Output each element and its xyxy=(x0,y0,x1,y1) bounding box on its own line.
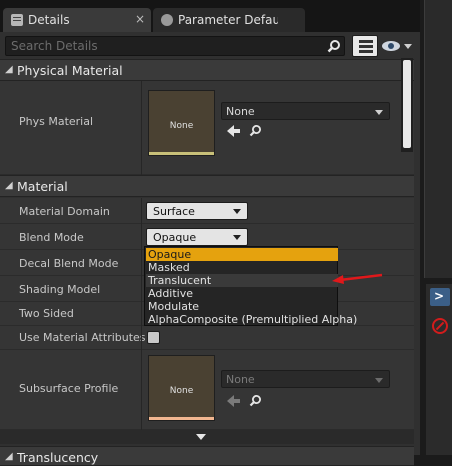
tab-details[interactable]: Details × xyxy=(3,8,151,32)
tab-details-icon xyxy=(11,14,23,26)
console-icon[interactable]: > xyxy=(430,288,450,306)
dropdown-option-masked[interactable]: Masked xyxy=(146,261,338,274)
use-selected-arrow-icon[interactable] xyxy=(227,125,241,137)
search-input[interactable]: Search Details xyxy=(5,36,345,56)
row-phys-material: Phys Material None None xyxy=(0,81,414,175)
browse-icon[interactable] xyxy=(249,394,262,407)
use-selected-arrow-icon[interactable] xyxy=(227,395,241,407)
subsurface-profile-thumbnail[interactable]: None xyxy=(148,355,215,421)
section-title: Material xyxy=(17,179,68,194)
dropdown-option-alphacomposite[interactable]: AlphaComposite (Premultiplied Alpha) xyxy=(146,313,357,326)
row-label: Phys Material xyxy=(19,115,94,128)
browse-icon[interactable] xyxy=(249,124,262,137)
phys-material-thumbnail[interactable]: None xyxy=(148,90,215,156)
view-options-button[interactable] xyxy=(381,38,413,54)
tab-details-close-icon[interactable]: × xyxy=(135,12,145,26)
expand-down-icon xyxy=(196,434,206,440)
phys-material-combo[interactable]: None xyxy=(221,102,390,120)
section-title: Physical Material xyxy=(17,63,123,78)
expand-arrow-icon: ◢ xyxy=(5,451,13,462)
expand-arrow-icon: ◢ xyxy=(5,180,13,191)
eye-icon xyxy=(382,41,400,51)
tab-parameter-defaults-label: Parameter Defaults xyxy=(178,13,278,27)
grid-view-button[interactable] xyxy=(352,35,378,57)
dropdown-option-modulate[interactable]: Modulate xyxy=(146,300,338,313)
dropdown-option-additive[interactable]: Additive xyxy=(146,287,338,300)
scrollbar[interactable] xyxy=(401,58,413,152)
error-icon xyxy=(432,318,448,334)
expand-arrow-icon: ◢ xyxy=(5,64,13,75)
section-material[interactable]: ◢ Material xyxy=(0,175,414,197)
tab-parameter-icon xyxy=(161,14,173,26)
search-placeholder: Search Details xyxy=(11,39,98,53)
grid-view-icon xyxy=(359,40,373,53)
section-translucency[interactable]: ◢ Translucency xyxy=(0,446,414,466)
tab-parameter-defaults[interactable]: Parameter Defaults xyxy=(153,8,305,32)
dropdown-option-opaque[interactable]: Opaque xyxy=(146,248,338,261)
material-domain-combo[interactable]: Surface xyxy=(146,202,248,220)
row-subsurface-profile: Subsurface Profile None None xyxy=(0,350,414,430)
section-title: Translucency xyxy=(17,450,99,465)
row-material-domain: Material Domain Surface xyxy=(0,198,414,224)
tab-details-label: Details xyxy=(28,13,70,27)
use-material-attributes-checkbox[interactable] xyxy=(147,331,160,344)
advanced-expand-bar[interactable] xyxy=(0,430,414,444)
section-physical-material[interactable]: ◢ Physical Material xyxy=(0,59,414,81)
row-use-material-attributes: Use Material Attributes xyxy=(0,326,414,350)
messages-panel: > xyxy=(426,284,452,455)
annotation-arrow xyxy=(332,273,383,284)
blend-mode-dropdown[interactable]: Opaque Masked Translucent Additive Modul… xyxy=(144,246,357,326)
chevron-down-icon xyxy=(404,44,412,49)
blend-mode-combo[interactable]: Opaque xyxy=(146,228,248,246)
dropdown-option-translucent[interactable]: Translucent xyxy=(146,274,338,287)
graph-area[interactable] xyxy=(424,0,452,278)
subsurface-profile-combo[interactable]: None xyxy=(221,370,390,388)
search-icon xyxy=(327,40,340,53)
